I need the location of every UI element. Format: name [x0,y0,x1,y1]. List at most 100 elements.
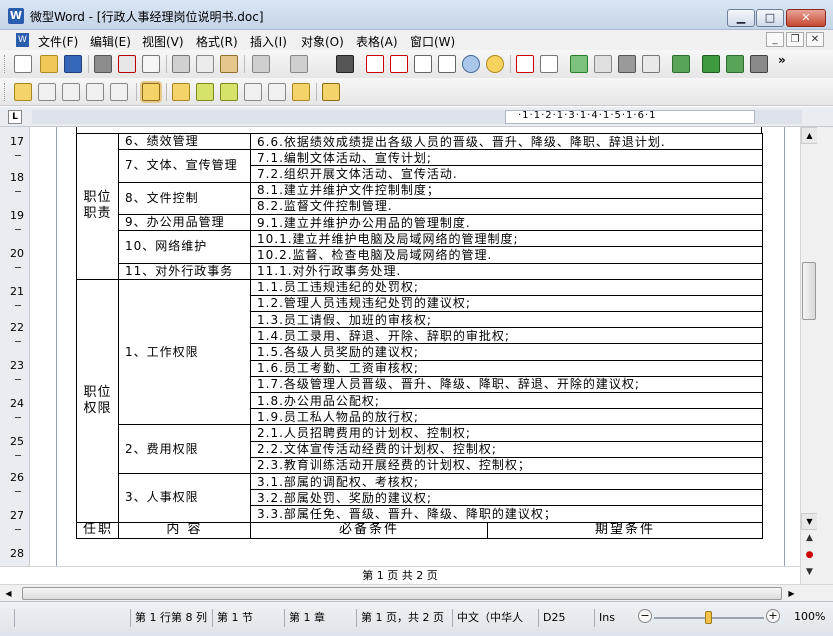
web-view-icon[interactable] [438,55,456,73]
item-cell[interactable]: 1.6.员工考勤、工资审核权; [249,359,764,377]
item-cell[interactable]: 1.4.员工录用、辞退、开除、辞职的审批权; [249,327,764,345]
subcategory-cell[interactable]: 2、费用权限 [118,424,251,474]
text-box-icon[interactable] [642,55,660,73]
header-cell[interactable]: 必备条件 [250,521,488,539]
marker-icon[interactable] [220,83,238,101]
menu-window[interactable]: 窗口(W) [410,33,455,50]
pen-icon[interactable] [196,83,214,101]
doc-restore-button[interactable]: ❐ [786,32,804,47]
minimize-button[interactable]: ▁ [727,9,755,27]
open-folder-icon[interactable] [40,55,58,73]
header-cell[interactable]: 内 容 [118,521,251,539]
accept-change-icon[interactable] [38,83,56,101]
reject-change-icon[interactable] [62,83,80,101]
category-cell[interactable]: 职位 职责 [76,133,119,280]
eraser-icon[interactable] [244,83,262,101]
doc-minimize-button[interactable]: _ [766,32,784,47]
item-cell[interactable]: 9.1.建立并维护办公用品的管理制度. [249,213,764,232]
scroll-left-arrow-icon[interactable]: ◀ [0,585,17,602]
menu-format[interactable]: 格式(R) [196,33,238,50]
zoom-icon[interactable] [462,55,480,73]
item-cell[interactable]: 1.9.员工私人物品的放行权; [249,408,764,426]
insert-object-icon[interactable] [750,55,768,73]
font-color-icon[interactable] [516,55,534,73]
item-cell[interactable]: 1.7.各级管理人员晋级、晋升、降级、降职、辞退、开除的建议权; [249,375,764,394]
columns-icon[interactable] [594,55,612,73]
item-cell[interactable]: 1.3.员工请假、加班的审核权; [249,311,764,329]
menu-edit[interactable]: 编辑(E) [90,33,131,50]
subcategory-cell[interactable]: 11、对外行政事务 [118,262,251,280]
tab-stop-selector[interactable]: L [8,110,22,124]
item-cell[interactable]: 7.2.组织开展文体活动、宣传活动. [249,165,764,183]
item-cell[interactable]: 1.5.各级人员奖励的建议权; [249,343,764,361]
header-cell[interactable]: 任职 [76,521,119,539]
link-icon[interactable] [672,55,690,73]
scroll-up-arrow-icon[interactable]: ▲ [801,127,818,144]
subcategory-cell[interactable]: 8、文件控制 [118,181,251,215]
undo-icon[interactable] [252,55,270,73]
page-view-icon[interactable] [390,55,408,73]
print-icon[interactable] [94,55,112,73]
format-painter-icon[interactable] [726,55,744,73]
note-icon[interactable] [292,83,310,101]
browse-object-icon[interactable]: ● [801,547,818,564]
save-icon[interactable] [64,55,82,73]
paragraph-icon[interactable] [702,55,720,73]
subcategory-cell[interactable]: 1、工作权限 [118,278,251,426]
item-cell[interactable]: 2.1.人员招聘费用的计划权、控制权; [249,424,764,442]
item-cell[interactable]: 7.1.编制文体活动、宣传计划; [249,149,764,167]
copy-icon[interactable] [196,55,214,73]
item-cell[interactable]: 1.8.办公用品公配权; [249,391,764,410]
item-cell[interactable]: 10.1.建立并维护电脑及局域网络的管理制度; [249,230,764,248]
item-cell[interactable]: 6.6.依据绩效成绩提出各级人员的晋级、晋升、降级、降职、辞退计划. [249,132,764,151]
vertical-scroll-thumb[interactable] [802,262,816,320]
percent-icon[interactable] [486,55,504,73]
category-cell[interactable]: 职位 权限 [76,278,119,523]
zoom-in-button[interactable]: + [766,609,780,623]
subcategory-cell[interactable]: 6、绩效管理 [118,132,251,151]
document-icon[interactable]: W [16,33,29,47]
new-doc-icon[interactable] [14,55,32,73]
paste-icon[interactable] [220,55,238,73]
item-cell[interactable]: 8.1.建立并维护文件控制制度； [249,181,764,199]
doc-close-button[interactable]: ✕ [806,32,824,47]
toolbar-grip[interactable] [4,55,7,73]
status-language[interactable]: 中文（中华人 [452,609,534,627]
view-icon[interactable] [366,55,384,73]
comment-icon[interactable] [142,83,160,101]
subcategory-cell[interactable]: 7、文体、宣传管理 [118,149,251,183]
menu-table[interactable]: 表格(A) [356,33,398,50]
highlight-icon[interactable] [172,83,190,101]
scroll-right-arrow-icon[interactable]: ▶ [783,585,800,602]
spell-check-icon[interactable] [570,55,588,73]
subcategory-cell[interactable]: 9、办公用品管理 [118,213,251,232]
clear-ink-icon[interactable] [268,83,286,101]
close-button[interactable]: ✕ [786,9,826,27]
horizontal-scroll-thumb[interactable] [22,587,782,600]
menu-insert[interactable]: 插入(I) [250,33,287,50]
find-icon[interactable] [336,55,354,73]
zoom-out-button[interactable]: − [638,609,652,623]
job-description-table[interactable]: 职位 职责 6、绩效管理 6.6.依据绩效成绩提出各级人员的晋级、晋升、降级、降职、辞… [76,132,764,539]
review-pane-icon[interactable] [322,83,340,101]
item-cell[interactable]: 3.1.部属的调配权、考核权; [249,472,764,491]
status-insert-mode[interactable]: Ins [594,609,630,627]
symbol-icon[interactable] [540,55,558,73]
item-cell[interactable]: 10.2.监督、检查电脑及局域网络的管理. [249,246,764,264]
next-page-icon[interactable]: ▼ [801,564,818,581]
item-cell[interactable]: 3.2.部属处罚、奖励的建议权; [249,489,764,507]
pdf-icon[interactable] [118,55,136,73]
horizontal-scrollbar[interactable]: ◀ ▶ [0,584,833,601]
zoom-slider-knob[interactable] [705,611,712,624]
item-cell[interactable]: 3.3.部属任免、晋级、晋升、降级、降职的建议权； [249,505,764,523]
print-preview-icon[interactable] [142,55,160,73]
toolbar-grip[interactable] [4,83,7,101]
item-cell[interactable]: 1.1.员工违规违纪的处罚权; [249,278,764,296]
subcategory-cell[interactable]: 3、人事权限 [118,472,251,523]
scroll-down-arrow-icon[interactable]: ▼ [801,513,818,530]
cut-icon[interactable] [172,55,190,73]
menu-view[interactable]: 视图(V) [142,33,184,50]
item-cell[interactable]: 2.2.文体宣传活动经费的计划权、控制权; [249,440,764,458]
frame-icon[interactable] [618,55,636,73]
previous-change-icon[interactable] [86,83,104,101]
